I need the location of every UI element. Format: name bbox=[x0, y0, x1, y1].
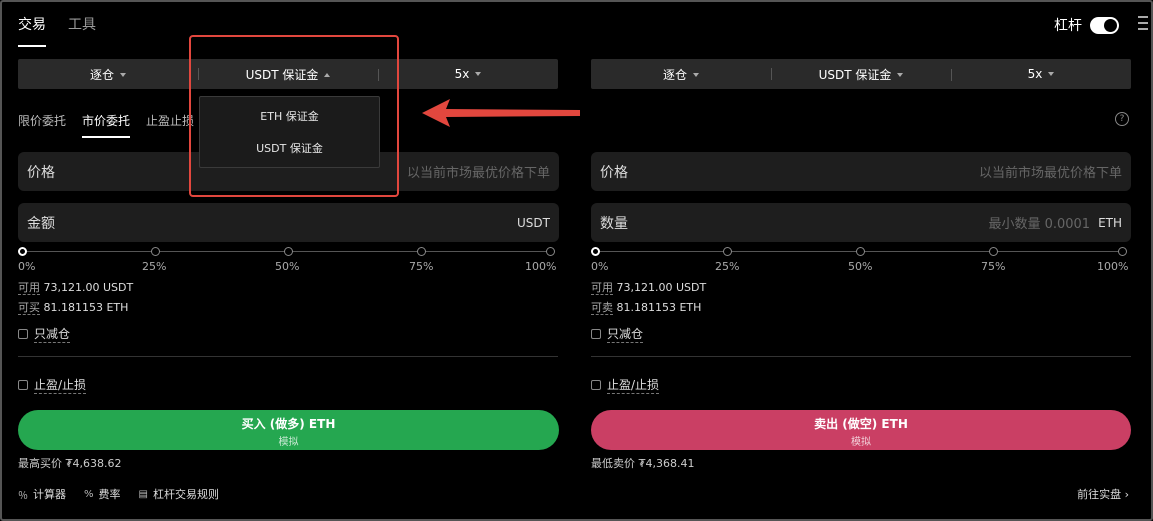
tab-limit-order[interactable]: 限价委托 bbox=[18, 112, 66, 138]
slider-stop[interactable] bbox=[284, 247, 293, 256]
right-reduce-only-checkbox[interactable]: 只减仓 bbox=[591, 325, 644, 343]
chevron-down-icon bbox=[475, 72, 482, 76]
slider-stop[interactable] bbox=[417, 247, 426, 256]
top-tabs: 交易 工具 bbox=[18, 14, 96, 47]
left-amount-slider[interactable] bbox=[18, 247, 555, 257]
fee-rate-link[interactable]: % 费率 bbox=[84, 486, 121, 502]
tab-tools[interactable]: 工具 bbox=[68, 14, 96, 47]
order-type-tabs: 限价委托 市价委托 止盈止损 bbox=[18, 112, 194, 138]
chevron-down-icon bbox=[120, 72, 126, 77]
right-tpsl-checkbox[interactable]: 止盈/止损 bbox=[591, 376, 660, 394]
chevron-right-icon: › bbox=[1124, 488, 1129, 501]
best-bid-price: 最高买价 ₮4,638.62 bbox=[18, 457, 122, 470]
right-quantity-slider[interactable] bbox=[591, 247, 1128, 257]
percent-icon: % bbox=[84, 488, 94, 500]
annotation-highlight-box bbox=[189, 35, 399, 197]
right-quantity-field[interactable]: 数量 最小数量 0.0001 ETH bbox=[591, 203, 1131, 242]
help-icon[interactable]: ? bbox=[1115, 112, 1129, 126]
slider-handle[interactable] bbox=[591, 247, 600, 256]
slider-stop[interactable] bbox=[856, 247, 865, 256]
footer-links: ％计算器 % 费率 ▤ 杠杆交易规则 bbox=[18, 486, 219, 502]
right-selector-bar: 逐仓 USDT 保证金 5x bbox=[591, 59, 1131, 89]
slider-stop[interactable] bbox=[1118, 247, 1127, 256]
left-leverage-select[interactable]: 5x bbox=[378, 67, 558, 81]
left-amount-field[interactable]: 金额 USDT bbox=[18, 203, 559, 242]
chevron-down-icon bbox=[1048, 72, 1055, 76]
document-icon: ▤ bbox=[138, 488, 148, 500]
sell-short-button[interactable]: 卖出 (做空) ETH 模拟 bbox=[591, 410, 1131, 450]
menu-icon[interactable] bbox=[1138, 16, 1148, 30]
divider bbox=[18, 356, 558, 357]
right-margin-currency-select[interactable]: USDT 保证金 bbox=[771, 66, 951, 83]
left-margin-mode-select[interactable]: 逐仓 bbox=[18, 66, 198, 83]
chevron-down-icon bbox=[897, 72, 904, 77]
calculator-link[interactable]: ％计算器 bbox=[18, 486, 66, 502]
leverage-label: 杠杆 bbox=[1054, 18, 1082, 34]
left-reduce-only-checkbox[interactable]: 只减仓 bbox=[18, 325, 71, 343]
slider-stop[interactable] bbox=[989, 247, 998, 256]
go-live-link[interactable]: 前往实盘 › bbox=[1077, 486, 1129, 502]
right-slider-ticks: 0% 25% 50% 75% 100% bbox=[591, 260, 1129, 273]
calculator-icon: ％ bbox=[18, 490, 28, 502]
rules-link[interactable]: ▤ 杠杆交易规则 bbox=[139, 486, 219, 502]
tab-tpsl-order[interactable]: 止盈止损 bbox=[146, 112, 194, 138]
leverage-toggle[interactable] bbox=[1090, 16, 1119, 34]
left-tpsl-checkbox[interactable]: 止盈/止损 bbox=[18, 376, 87, 394]
tab-market-order[interactable]: 市价委托 bbox=[82, 112, 131, 138]
leverage-toggle-group: 杠杆 bbox=[1054, 15, 1119, 35]
left-slider-ticks: 0% 25% 50% 75% 100% bbox=[18, 260, 557, 273]
tab-trade[interactable]: 交易 bbox=[18, 14, 46, 47]
slider-stop[interactable] bbox=[151, 247, 160, 256]
chevron-down-icon bbox=[693, 72, 699, 77]
best-ask-price: 最低卖价 ₮4,368.41 bbox=[591, 457, 695, 470]
slider-stop[interactable] bbox=[546, 247, 555, 256]
slider-stop[interactable] bbox=[723, 247, 732, 256]
right-leverage-select[interactable]: 5x bbox=[951, 67, 1131, 81]
divider bbox=[591, 356, 1131, 357]
annotation-arrow-icon bbox=[422, 99, 580, 127]
slider-handle[interactable] bbox=[18, 247, 27, 256]
right-balance-info: 可用 73,121.00 USDT 可卖 81.181153 ETH bbox=[591, 281, 707, 315]
buy-long-button[interactable]: 买入 (做多) ETH 模拟 bbox=[18, 410, 559, 450]
right-margin-mode-select[interactable]: 逐仓 bbox=[591, 66, 771, 83]
right-price-field[interactable]: 价格 以当前市场最优价格下单 bbox=[591, 152, 1131, 191]
left-balance-info: 可用 73,121.00 USDT 可买 81.181153 ETH bbox=[18, 281, 134, 315]
